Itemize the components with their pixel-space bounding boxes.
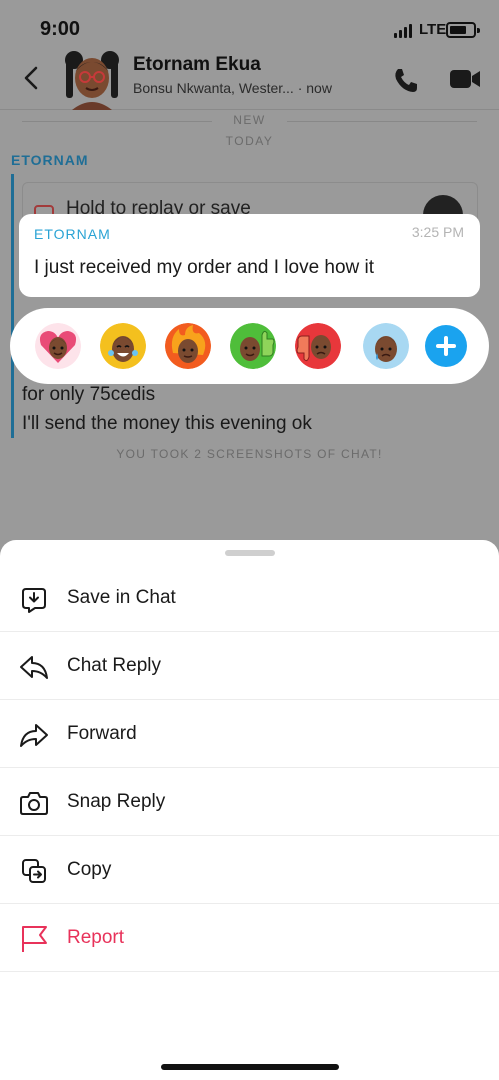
action-label: Copy xyxy=(67,859,112,880)
add-reaction-button[interactable] xyxy=(425,325,467,367)
action-label: Snap Reply xyxy=(67,791,166,812)
chat-header: Etornam Ekua Bonsu Nkwanta, Wester... · … xyxy=(0,44,499,110)
focused-message-sender: ETORNAM xyxy=(34,226,111,242)
signal-icon xyxy=(394,24,414,38)
contact-avatar[interactable] xyxy=(62,46,122,112)
chat-reply-button[interactable]: Chat Reply xyxy=(0,632,499,700)
phone-icon[interactable] xyxy=(392,66,420,94)
status-time: 9:00 xyxy=(40,18,81,40)
network-label: LTE xyxy=(419,21,447,38)
focused-message-card[interactable]: ETORNAM 3:25 PM I just received my order… xyxy=(19,214,480,297)
action-label: Save in Chat xyxy=(67,587,176,608)
battery-icon xyxy=(446,22,480,38)
copy-button[interactable]: Copy xyxy=(0,836,499,904)
message-text[interactable]: I'll send the money this evening ok xyxy=(22,413,312,435)
action-label: Forward xyxy=(67,723,137,744)
save-in-chat-button[interactable]: Save in Chat xyxy=(0,564,499,632)
screenshot-notice: YOU TOOK 2 SCREENSHOTS OF CHAT! xyxy=(116,447,383,461)
reaction-bar xyxy=(10,308,489,384)
video-call-icon[interactable] xyxy=(449,68,481,90)
focused-message-time: 3:25 PM xyxy=(411,224,464,240)
message-text[interactable]: for only 75cedis xyxy=(22,384,155,406)
sheet-grabber[interactable] xyxy=(225,550,275,556)
action-sheet: Save in Chat Chat Reply Forward Snap Rep… xyxy=(0,540,499,1080)
reply-icon xyxy=(20,656,48,679)
copy-icon xyxy=(22,859,46,883)
report-button[interactable]: Report xyxy=(0,904,499,972)
action-label: Report xyxy=(67,927,125,948)
save-in-chat-icon xyxy=(22,588,46,613)
message-sender: ETORNAM xyxy=(11,152,89,168)
flag-icon xyxy=(22,926,47,952)
home-indicator[interactable] xyxy=(161,1064,339,1070)
new-separator: NEW xyxy=(22,113,477,129)
camera-icon xyxy=(20,792,48,815)
contact-location: Bonsu Nkwanta, Wester... · now xyxy=(133,80,332,96)
love-reaction[interactable] xyxy=(35,323,81,369)
laugh-reaction[interactable] xyxy=(100,323,146,369)
status-bar: 9:00 LTE xyxy=(0,0,499,44)
back-arrow-icon[interactable] xyxy=(20,64,44,92)
forward-button[interactable]: Forward xyxy=(0,700,499,768)
sad-reaction[interactable] xyxy=(363,323,409,369)
thumbs-down-reaction[interactable] xyxy=(295,323,341,369)
focused-message-text: I just received my order and I love how … xyxy=(34,257,375,278)
today-label: TODAY xyxy=(225,134,274,148)
contact-name[interactable]: Etornam Ekua xyxy=(133,54,261,76)
thumbs-up-reaction[interactable] xyxy=(230,323,276,369)
message-group-bar xyxy=(11,174,14,438)
action-label: Chat Reply xyxy=(67,655,161,676)
snap-reply-button[interactable]: Snap Reply xyxy=(0,768,499,836)
fire-reaction[interactable] xyxy=(165,323,211,369)
forward-icon xyxy=(20,724,48,747)
